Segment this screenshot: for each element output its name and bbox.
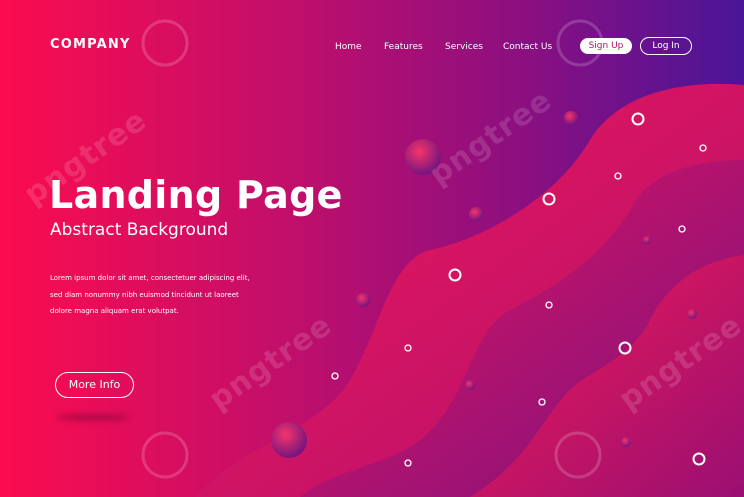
decorative-ring: [331, 372, 339, 380]
decorative-sphere: [469, 207, 483, 221]
more-info-button[interactable]: More Info: [55, 372, 134, 398]
hero-description-line: sed diam nonummy nibh euismod tincidunt …: [50, 290, 239, 299]
hero-description-line: Lorem ipsum dolor sit amet, consectetuer…: [50, 274, 250, 282]
decorative-sphere: [621, 437, 631, 447]
main-nav: Home Features Services Contact Us: [0, 40, 744, 54]
hero-description: Lorem ipsum dolor sit amet, consectetuer…: [50, 270, 250, 320]
hero-title: Landing Page: [49, 173, 343, 217]
abstract-wave-background: [141, 19, 744, 497]
nav-features-link[interactable]: Features: [384, 40, 423, 54]
decorative-sphere: [465, 380, 475, 390]
decorative-sphere: [564, 111, 578, 125]
decorative-sphere: [271, 422, 307, 458]
decorative-sphere: [356, 293, 370, 307]
hero-subtitle: Abstract Background: [50, 220, 229, 240]
nav-services-link[interactable]: Services: [445, 40, 483, 54]
sign-up-button[interactable]: Sign Up: [580, 38, 632, 54]
nav-contact-link[interactable]: Contact Us: [503, 40, 552, 54]
log-in-button[interactable]: Log In: [640, 37, 692, 55]
decorative-sphere: [643, 236, 651, 244]
hero-description-line: dolore magna aliquam erat volutpat.: [50, 307, 179, 315]
nav-home-link[interactable]: Home: [335, 40, 362, 54]
button-shadow: [56, 414, 130, 421]
decorative-sphere: [687, 309, 697, 319]
watermark-badge: [141, 431, 189, 479]
